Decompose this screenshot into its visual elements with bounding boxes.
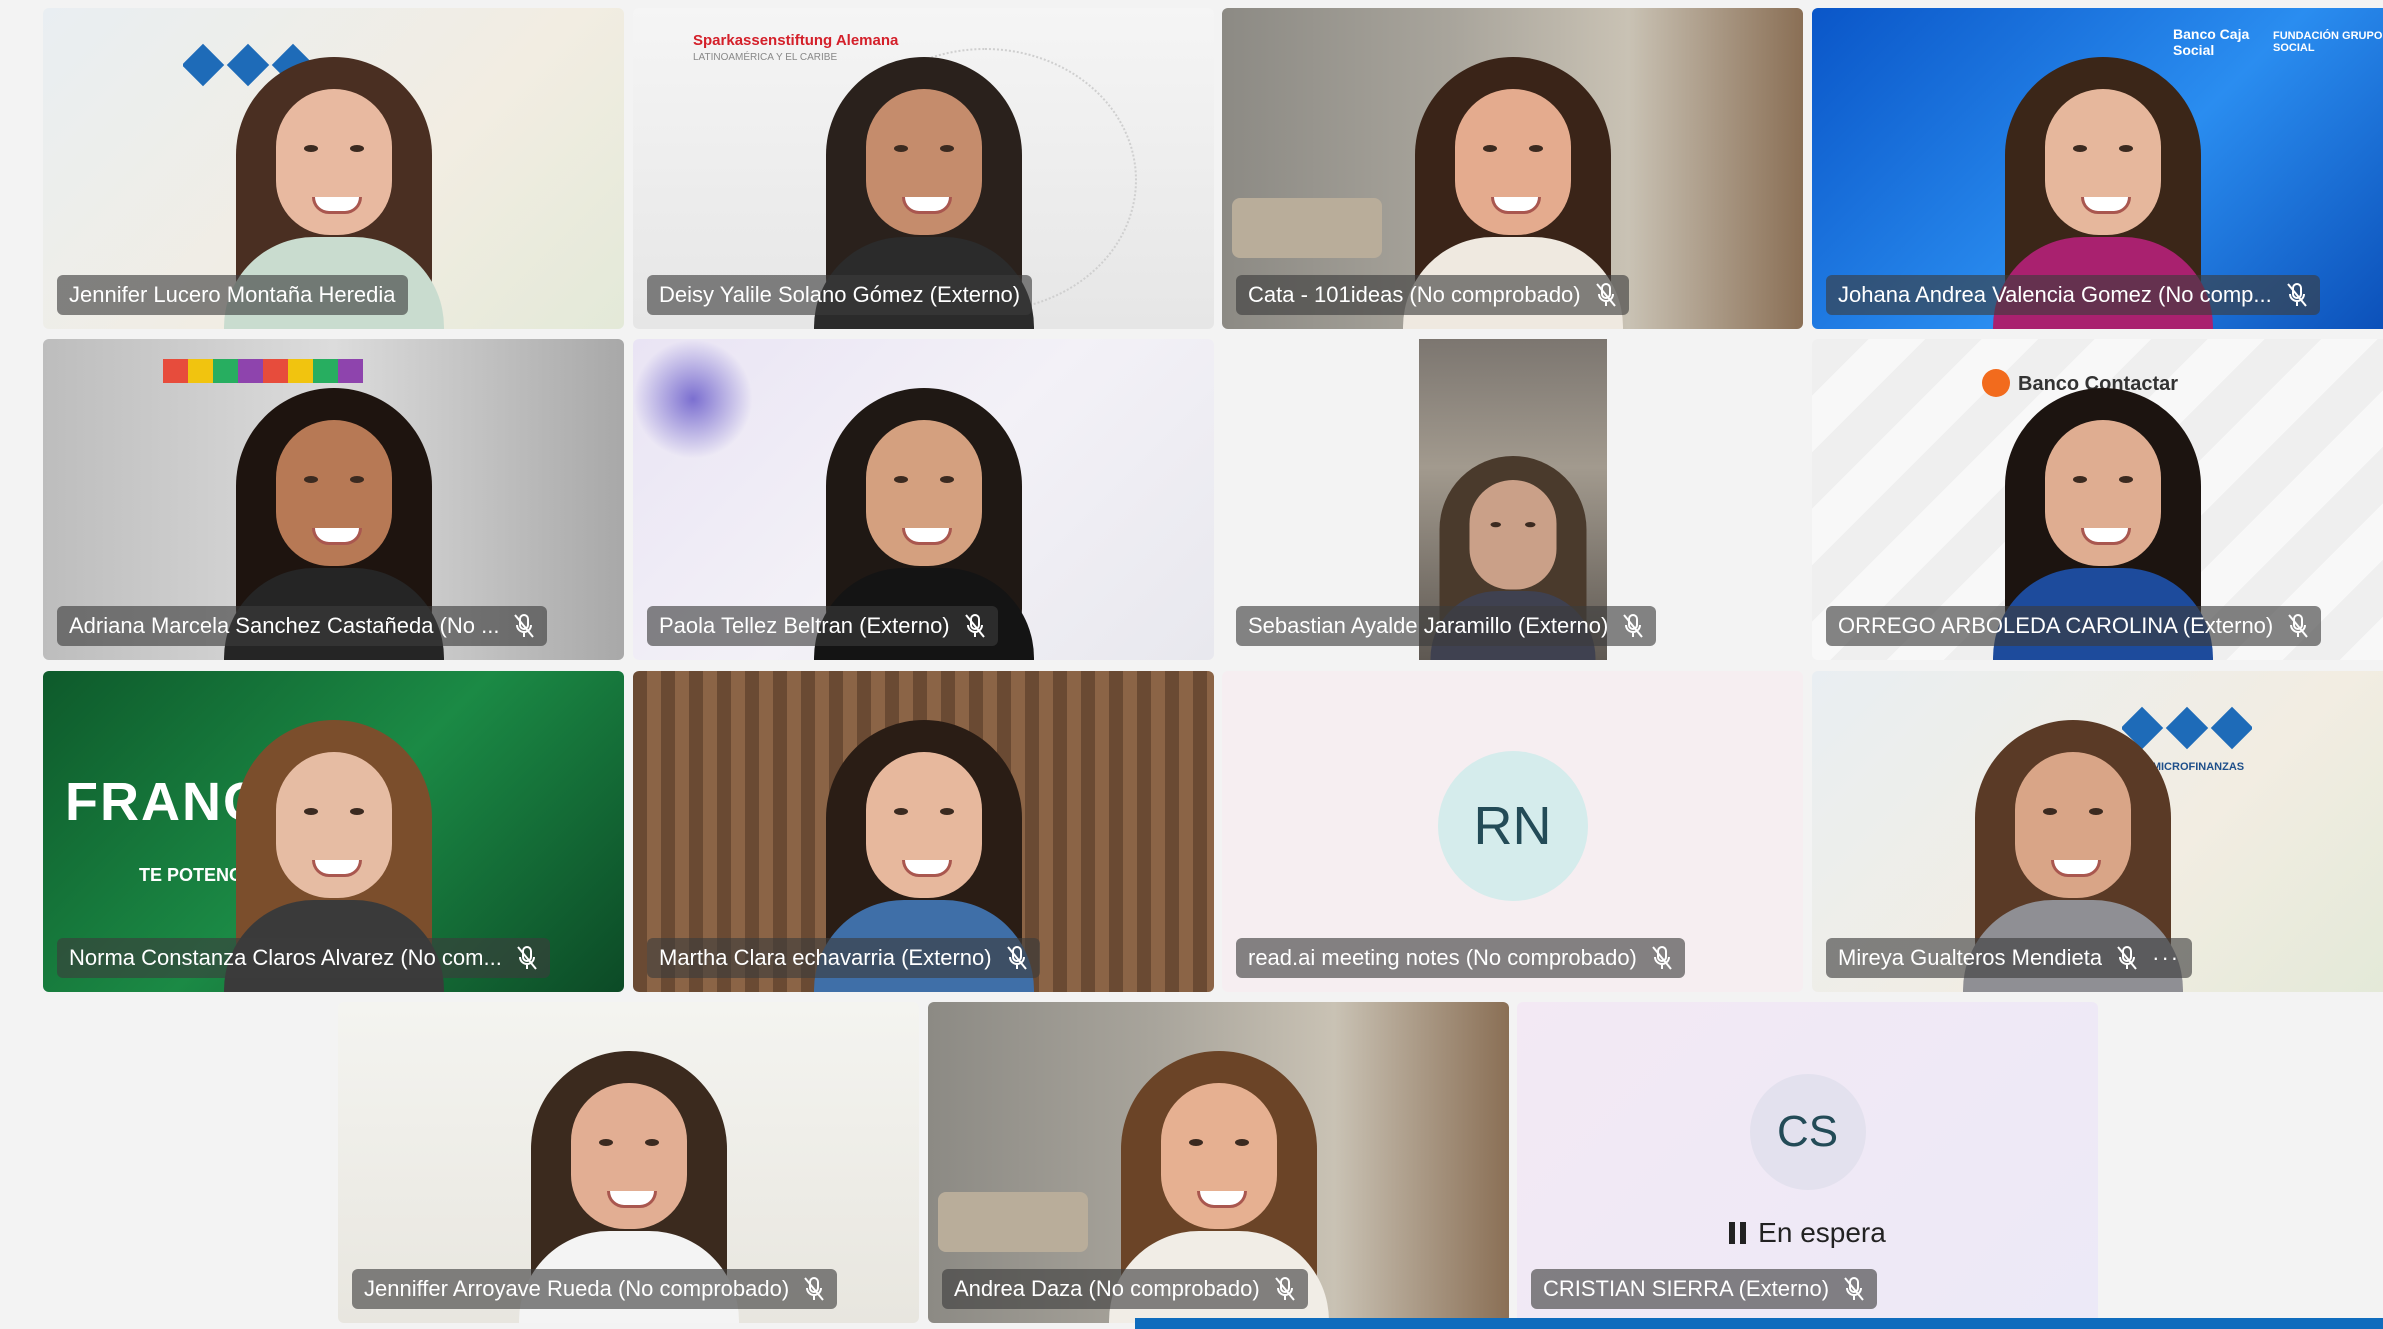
on-hold-status: En espera <box>1517 1217 2098 1249</box>
participant-tile-orrego[interactable]: Banco Contactar ORREGO ARBOLEDA CAROLINA… <box>1812 339 2383 660</box>
participant-tile-norma[interactable]: FRANCO TE POTENC Norma Constanza Claros … <box>43 671 624 992</box>
participant-name-label: Johana Andrea Valencia Gomez (No comp... <box>1826 275 2320 315</box>
participant-tile-mireya[interactable]: ASOMICROFINANZAS Mireya Gualteros Mendie… <box>1812 671 2383 992</box>
mic-muted-icon <box>1595 283 1616 307</box>
participant-tile-deisy[interactable]: Sparkassenstiftung Alemana LATINOAMÉRICA… <box>633 8 1214 329</box>
mic-muted-icon <box>964 614 985 638</box>
screen-share-indicator-bar <box>1135 1318 2383 1329</box>
participant-name-label: Jennifer Lucero Montaña Heredia <box>57 275 408 315</box>
participant-tile-cristian[interactable]: CS En espera CRISTIAN SIERRA (Externo) <box>1517 1002 2098 1323</box>
participant-name-label: Andrea Daza (No comprobado) <box>942 1269 1308 1309</box>
participant-tile-adriana[interactable]: Adriana Marcela Sanchez Castañeda (No ..… <box>43 339 624 660</box>
participant-name-label: Cata - 101ideas (No comprobado) <box>1236 275 1629 315</box>
mic-muted-icon <box>1844 1277 1864 1301</box>
participant-name-label: Jenniffer Arroyave Rueda (No comprobado) <box>352 1269 838 1309</box>
participant-name-label: Deisy Yalile Solano Gómez (Externo) <box>647 275 1033 315</box>
participant-tile-cata[interactable]: Cata - 101ideas (No comprobado) <box>1222 8 1803 329</box>
participant-tile-sebastian[interactable]: Sebastian Ayalde Jaramillo (Externo) <box>1222 339 1803 660</box>
participant-name-label: read.ai meeting notes (No comprobado) <box>1236 938 1685 978</box>
participant-name-label: Paola Tellez Beltran (Externo) <box>647 606 998 646</box>
participant-tile-jennifer[interactable]: Jennifer Lucero Montaña Heredia <box>43 8 624 329</box>
mic-muted-icon <box>2288 614 2309 638</box>
participant-name-label: ORREGO ARBOLEDA CAROLINA (Externo) <box>1826 606 2322 646</box>
avatar-initials: CS <box>1749 1074 1866 1190</box>
mic-muted-icon <box>2117 946 2137 970</box>
participant-name-label: CRISTIAN SIERRA (Externo) <box>1531 1269 1878 1309</box>
pause-icon <box>1729 1222 1747 1244</box>
mic-muted-icon <box>1006 946 1027 970</box>
participant-tile-martha[interactable]: Martha Clara echavarria (Externo) <box>633 671 1214 992</box>
mic-muted-icon <box>514 614 535 638</box>
participant-name-label: Martha Clara echavarria (Externo) <box>647 938 1040 978</box>
participant-tile-andrea[interactable]: Andrea Daza (No comprobado) <box>928 1002 1509 1323</box>
participant-tile-johana[interactable]: Banco Caja Social FUNDACIÓN GRUPO SOCIAL… <box>1812 8 2383 329</box>
participant-name-label: Sebastian Ayalde Jaramillo (Externo) <box>1236 606 1657 646</box>
mic-muted-icon <box>804 1277 824 1301</box>
participant-name-label: Norma Constanza Claros Alvarez (No com..… <box>57 938 550 978</box>
mic-muted-icon <box>1623 614 1644 638</box>
participant-tile-readai[interactable]: RN read.ai meeting notes (No comprobado) <box>1222 671 1803 992</box>
participant-name-label: Mireya Gualteros Mendieta ··· <box>1826 938 2193 978</box>
mic-muted-icon <box>1652 946 1672 970</box>
on-hold-label: En espera <box>1758 1217 1886 1248</box>
participant-tile-paola[interactable]: Paola Tellez Beltran (Externo) <box>633 339 1214 660</box>
fundacion-logo: FUNDACIÓN GRUPO SOCIAL <box>2273 30 2383 54</box>
participant-name-label: Adriana Marcela Sanchez Castañeda (No ..… <box>57 606 548 646</box>
avatar-initials: RN <box>1437 751 1588 901</box>
mic-muted-icon <box>517 946 537 970</box>
mic-muted-icon <box>1274 1277 1295 1301</box>
mic-muted-icon <box>2286 283 2307 307</box>
more-options-button[interactable]: ··· <box>2152 945 2180 971</box>
participant-tile-jenniffer[interactable]: Jenniffer Arroyave Rueda (No comprobado) <box>338 1002 919 1323</box>
